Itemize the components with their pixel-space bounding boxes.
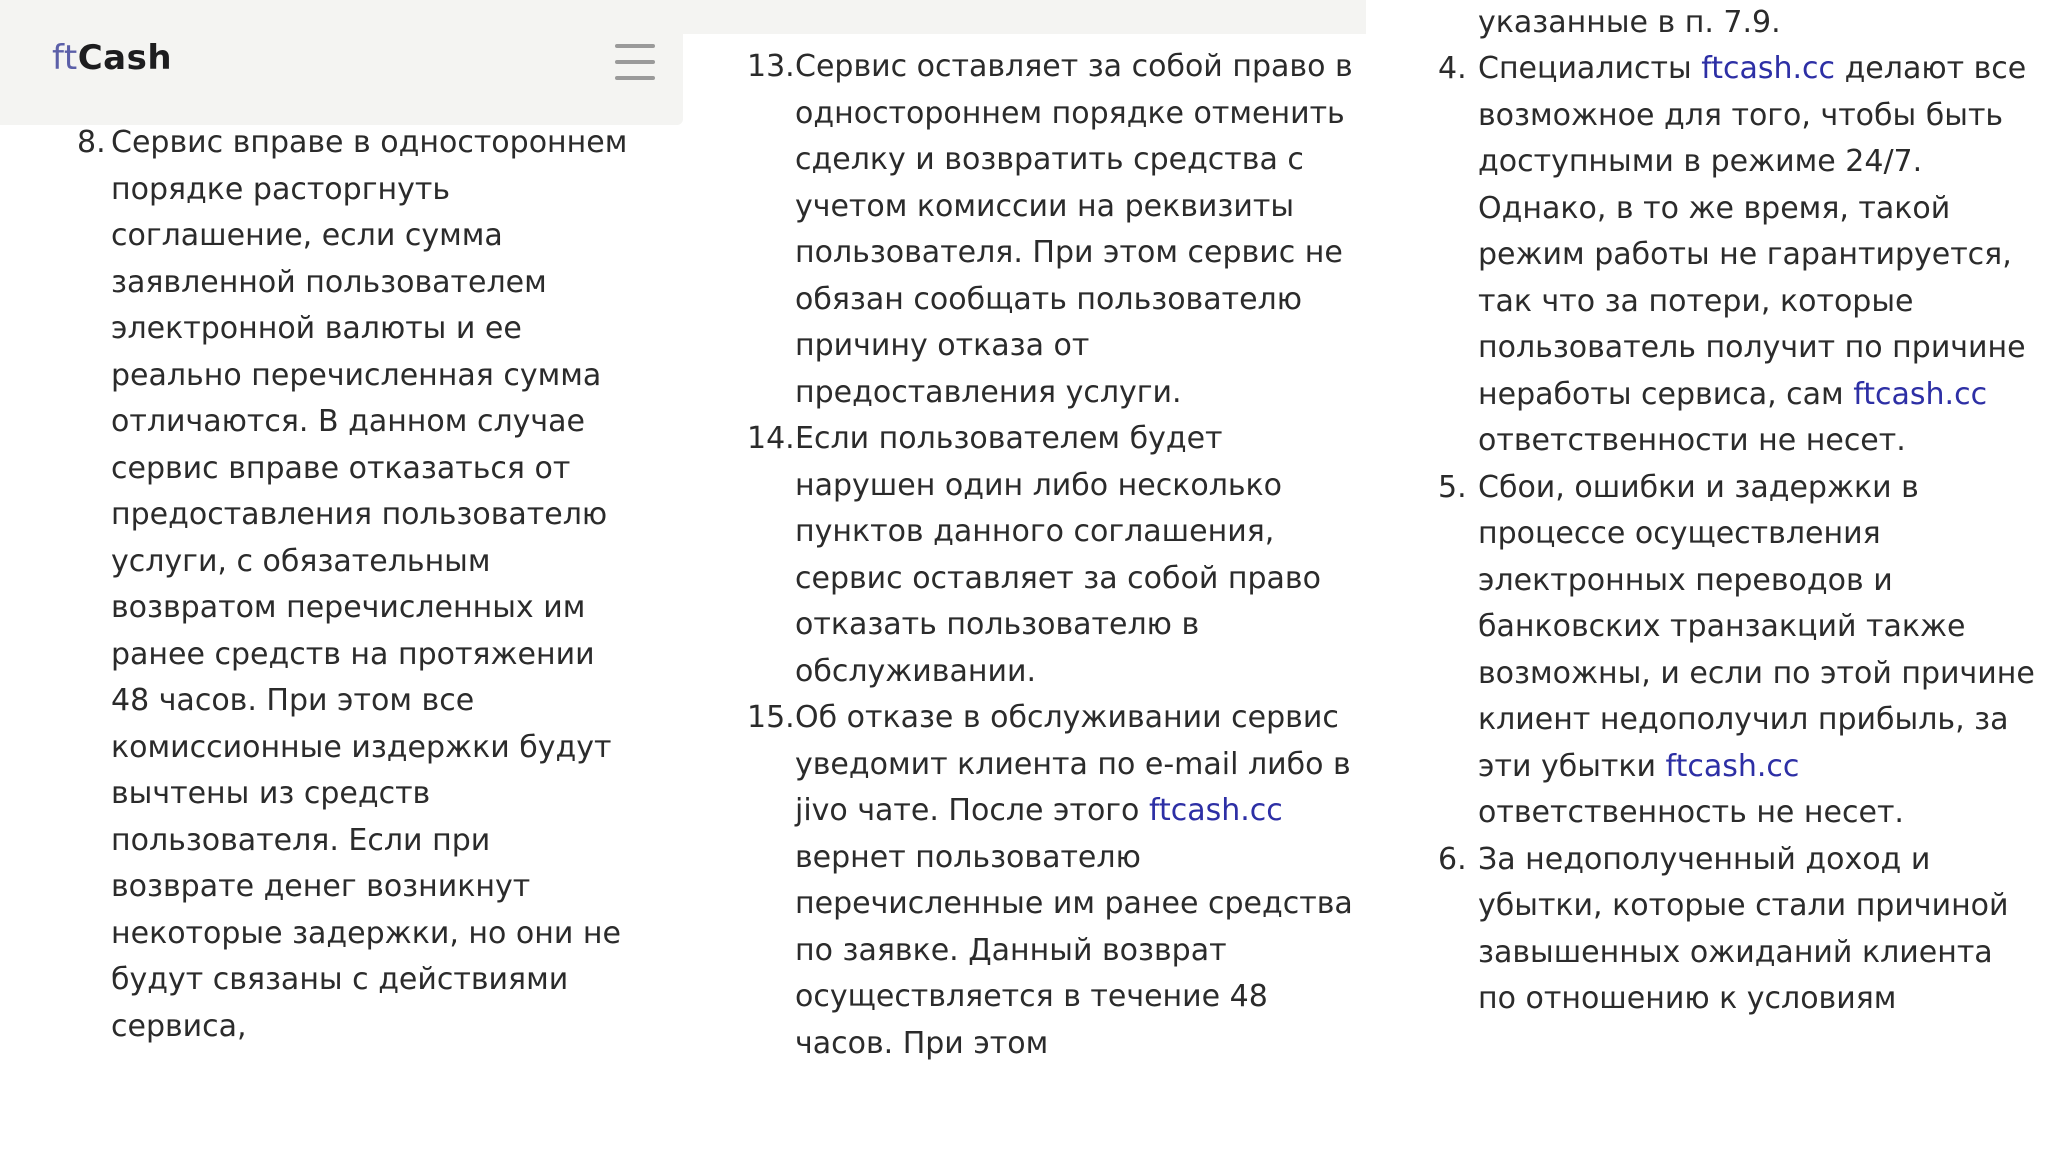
ftcash-link[interactable]: ftcash.cc — [1149, 793, 1283, 828]
list-item: 5. Сбои, ошибки и задержки в процессе ос… — [1438, 465, 2038, 837]
list-item: 8. Сервис вправе в одностороннем порядке… — [75, 120, 635, 1050]
menu-bar — [615, 44, 655, 48]
column-3: указанные в п. 7.9. 4. Специалисты ftcas… — [1366, 0, 2048, 1152]
terms-list: 4. Специалисты ftcash.cc делают все возм… — [1438, 46, 2038, 1023]
item-number: 6. — [1438, 841, 1467, 877]
menu-bar — [615, 76, 655, 80]
site-header: ftCash — [0, 0, 683, 125]
terms-list: 8. Сервис вправе в одностороннем порядке… — [75, 120, 635, 1050]
text-segment: Специалисты — [1478, 51, 1702, 86]
item-text: Если пользователем будет нарушен один ли… — [795, 421, 1321, 689]
list-item: 4. Специалисты ftcash.cc делают все возм… — [1438, 46, 2038, 465]
item-number: 15. — [747, 700, 795, 735]
list-item: 13. Сервис оставляет за собой право в од… — [745, 44, 1355, 416]
item-number: 8. — [77, 125, 106, 160]
cut-off-line: указанные в п. 7.9. — [1478, 5, 1781, 40]
ftcash-link[interactable]: ftcash.cc — [1853, 377, 1987, 412]
menu-bar — [615, 60, 655, 64]
item-text: Сбои, ошибки и задержки в процессе осуще… — [1438, 465, 2038, 837]
item-text: Сервис вправе в одностороннем порядке ра… — [111, 125, 628, 1044]
text-segment: вернет пользователю перечисленные им ран… — [795, 839, 1353, 1061]
item-text: Сервис оставляет за собой право в одност… — [795, 49, 1353, 410]
column-1: ftCash 8. Сервис вправе в одностороннем … — [0, 0, 683, 1152]
text-segment: Сбои, ошибки и задержки в процессе осуще… — [1478, 469, 2035, 784]
item-text: Об отказе в обслуживании сервис уведомит… — [745, 695, 1355, 1067]
item-number: 4. — [1438, 51, 1467, 86]
column-2: 13. Сервис оставляет за собой право в од… — [683, 0, 1366, 1152]
header-strip — [683, 0, 1366, 34]
list-item: 6. За недополученный доход и убытки, кот… — [1438, 837, 2038, 1023]
ftcash-link[interactable]: ftcash.cc — [1666, 749, 1800, 784]
item-number: 5. — [1438, 469, 1467, 505]
item-number: 13. — [747, 49, 795, 84]
logo-prefix: ft — [52, 38, 78, 78]
hamburger-menu-icon[interactable] — [615, 44, 655, 80]
logo[interactable]: ftCash — [52, 38, 172, 78]
list-item: 14. Если пользователем будет нарушен оди… — [745, 416, 1355, 695]
terms-list: 13. Сервис оставляет за собой право в од… — [745, 44, 1355, 1067]
text-segment: ответственность не несет. — [1478, 795, 1904, 830]
logo-suffix: Cash — [77, 38, 173, 78]
item-text: Специалисты ftcash.cc делают все возможн… — [1438, 46, 2038, 465]
item-number: 14. — [747, 421, 795, 456]
item-text: За недополученный доход и убытки, которы… — [1478, 841, 2009, 1017]
list-item: 15. Об отказе в обслуживании сервис увед… — [745, 695, 1355, 1067]
text-segment: делают все возможное для того, чтобы быт… — [1478, 51, 2027, 412]
ftcash-link[interactable]: ftcash.cc — [1701, 51, 1835, 86]
text-segment: ответственности не несет. — [1478, 423, 1906, 458]
